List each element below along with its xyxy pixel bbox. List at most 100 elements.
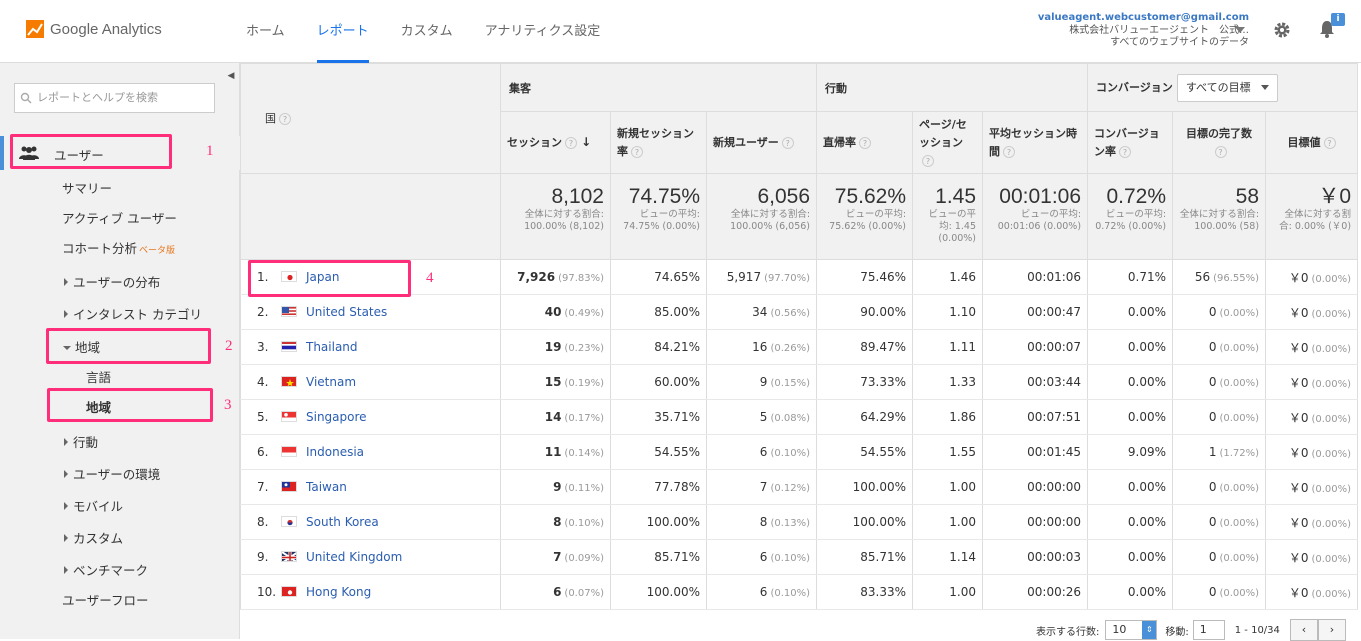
value: 9 (760, 375, 768, 389)
percent: (0.00%) (1219, 483, 1259, 494)
value: 0.00% (1128, 480, 1166, 494)
total-avg-session-duration: 00:01:06ビューの平均: 00:01:06 (0.00%) (983, 174, 1088, 260)
cell-conversion-rate: 0.00% (1088, 540, 1173, 575)
country-link[interactable]: Singapore (306, 410, 367, 424)
cell-new-users: 16(0.26%) (707, 330, 817, 365)
flag-sg-icon (281, 411, 297, 422)
column-header-goal-value[interactable]: 目標値? (1266, 112, 1358, 174)
sidebar-item-language[interactable]: 言語 (86, 367, 111, 386)
help-icon[interactable]: ? (1003, 146, 1015, 158)
tab-home[interactable]: ホーム (246, 0, 285, 63)
value: 60.00% (654, 375, 700, 389)
sidebar-item-technology[interactable]: ユーザーの環境 (64, 464, 160, 483)
total-note: ビューの平均: 0.72% (0.00%) (1094, 209, 1166, 233)
sort-desc-icon[interactable]: ↓ (577, 135, 591, 149)
country-link[interactable]: Indonesia (306, 445, 364, 459)
column-header-new-users[interactable]: 新規ユーザー? (707, 112, 817, 174)
percent: (0.49%) (564, 308, 604, 319)
cell-goal-completions: 0(0.00%) (1173, 330, 1266, 365)
sidebar-item-user-flow[interactable]: ユーザーフロー (62, 590, 149, 609)
row-number: 5. (257, 410, 281, 424)
value: 100.00% (853, 515, 906, 529)
help-icon[interactable]: ? (1215, 146, 1227, 158)
cell-sessions: 7(0.09%) (501, 540, 611, 575)
help-icon[interactable]: ? (922, 155, 934, 167)
column-header-sessions[interactable]: セッション? ↓ (501, 112, 611, 174)
value: 85.71% (860, 550, 906, 564)
table-row: 8.South Korea8(0.10%)100.00%8(0.13%)100.… (241, 505, 1358, 540)
account-selector[interactable]: valueagent.webcustomer@gmail.com 株式会社バリュ… (1038, 12, 1249, 50)
column-header-goal-completions[interactable]: 目標の完了数? (1173, 112, 1266, 174)
country-link[interactable]: South Korea (306, 515, 379, 529)
goto-page-input[interactable]: 1 (1193, 620, 1225, 640)
value: 0.00% (1128, 515, 1166, 529)
value: 5,917 (727, 270, 761, 284)
value: ￥0 (1289, 446, 1309, 460)
highlight-box-2 (46, 328, 211, 364)
next-page-button[interactable]: › (1318, 619, 1346, 641)
column-header-conversion-rate[interactable]: コンバージョン率? (1088, 112, 1173, 174)
help-icon[interactable]: ? (1119, 146, 1131, 158)
percent: (0.00%) (1311, 414, 1351, 425)
prev-page-button[interactable]: ‹ (1290, 619, 1318, 641)
gear-icon[interactable] (1273, 21, 1291, 39)
column-header-avg-session-duration[interactable]: 平均セッション時間? (983, 112, 1088, 174)
cell-goal-completions: 0(0.00%) (1173, 365, 1266, 400)
sidebar-item-summary[interactable]: サマリー (62, 178, 112, 197)
sidebar-item-mobile[interactable]: モバイル (64, 496, 123, 515)
column-header-pages-per-session[interactable]: ページ/セッション? (913, 112, 983, 174)
sidebar-item-cohort[interactable]: コホート分析ベータ版 (62, 238, 175, 257)
value: 11 (545, 445, 562, 459)
tab-admin[interactable]: アナリティクス設定 (485, 0, 601, 63)
sidebar-item-benchmark[interactable]: ベンチマーク (64, 560, 148, 579)
help-icon[interactable]: ? (782, 137, 794, 149)
cell-pages-per-session: 1.00 (913, 470, 983, 505)
value: 00:00:03 (1027, 550, 1081, 564)
percent: (0.00%) (1219, 308, 1259, 319)
country-link[interactable]: United Kingdom (306, 550, 402, 564)
help-icon[interactable]: ? (279, 113, 291, 125)
search-input[interactable]: レポートとヘルプを検索 (14, 83, 215, 113)
rows-per-page-value: 10 (1112, 623, 1126, 636)
help-icon[interactable]: ? (565, 137, 577, 149)
sidebar-item-behavior[interactable]: 行動 (64, 432, 98, 451)
column-header-label: ページ/セッション (919, 118, 967, 149)
country-link[interactable]: Taiwan (306, 480, 347, 494)
goal-select[interactable]: すべての目標 (1177, 74, 1278, 102)
goto-label: 移動: (1165, 623, 1188, 638)
collapse-sidebar-icon[interactable]: ◀ (222, 63, 240, 89)
sidebar-item-interests[interactable]: インタレスト カテゴリ (64, 304, 202, 323)
chevron-down-icon (1261, 85, 1269, 90)
sidebar-item-custom[interactable]: カスタム (64, 528, 123, 547)
help-icon[interactable]: ? (631, 146, 643, 158)
help-icon[interactable]: ? (1324, 137, 1336, 149)
ga-logo[interactable]: Google Analytics (26, 20, 162, 38)
country-link[interactable]: United States (306, 305, 387, 319)
cell-bounce-rate: 89.47% (817, 330, 913, 365)
sidebar-item-demographics[interactable]: ユーザーの分布 (64, 272, 160, 291)
tab-custom[interactable]: カスタム (401, 0, 453, 63)
sidebar-item-active-users[interactable]: アクティブ ユーザー (62, 208, 177, 227)
value: ￥0 (1289, 481, 1309, 495)
chevron-down-icon[interactable] (1235, 27, 1245, 33)
total-value: 58 (1179, 185, 1259, 209)
tab-reports[interactable]: レポート (317, 0, 369, 63)
cell-new-session-rate: 100.00% (611, 505, 707, 540)
column-header-bounce-rate[interactable]: 直帰率? (817, 112, 913, 174)
country-link[interactable]: Thailand (306, 340, 358, 354)
country-link[interactable]: Hong Kong (306, 585, 371, 599)
percent: (0.00%) (1219, 413, 1259, 424)
rows-per-page-select[interactable]: 10⇕ (1105, 620, 1157, 640)
percent: (0.09%) (564, 553, 604, 564)
cell-goal-value: ￥0(0.00%) (1266, 330, 1358, 365)
column-header-new-session-rate[interactable]: 新規セッション率? (611, 112, 707, 174)
help-icon[interactable]: ? (859, 137, 871, 149)
country-link[interactable]: Vietnam (306, 375, 356, 389)
group-conversion-label: コンバージョン (1096, 81, 1173, 94)
percent: (0.00%) (1311, 449, 1351, 460)
percent: (0.00%) (1219, 343, 1259, 354)
total-note: 全体に対する割合: 100.00% (58) (1179, 209, 1259, 233)
value: 00:00:26 (1027, 585, 1081, 599)
cell-bounce-rate: 90.00% (817, 295, 913, 330)
value: 5 (760, 410, 768, 424)
